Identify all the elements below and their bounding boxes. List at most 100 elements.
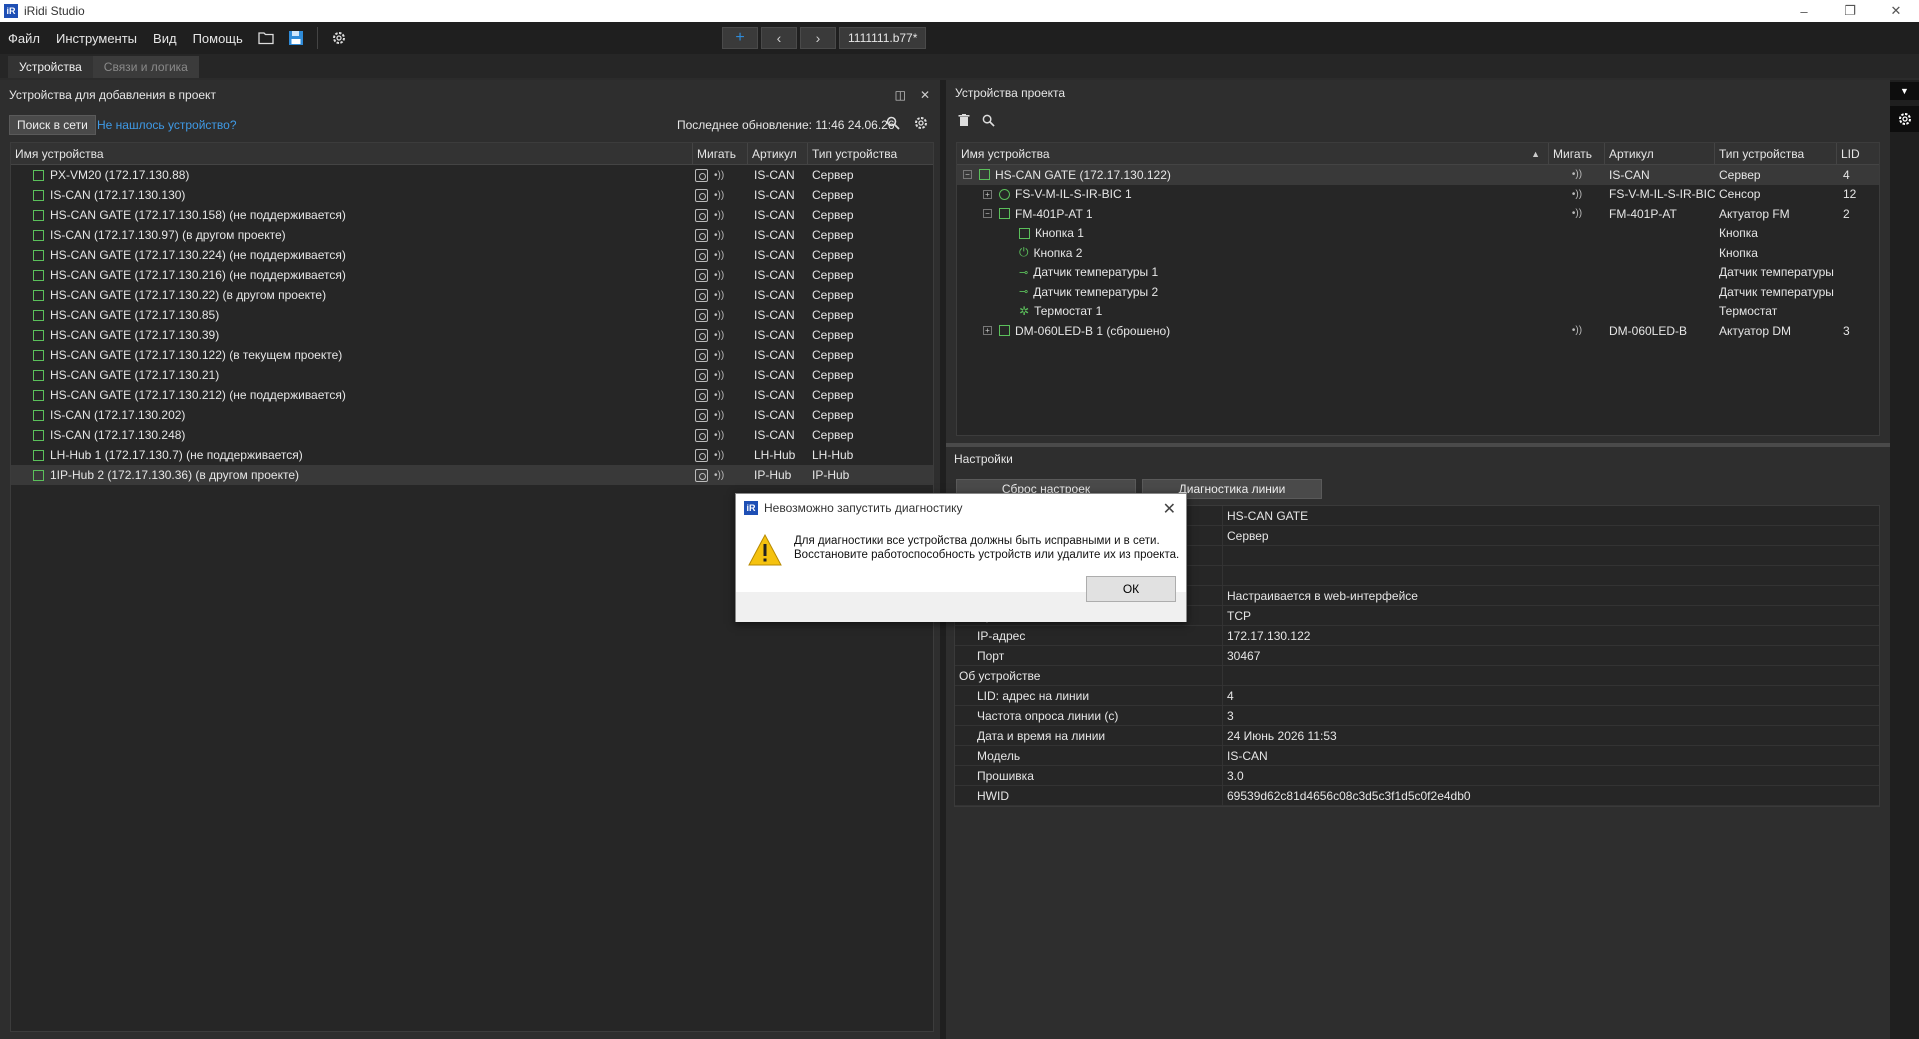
tab-links-logic[interactable]: Связи и логика [92,56,199,78]
device-not-found-link[interactable]: Не нашлось устройство? [97,118,237,132]
table-row[interactable]: HS-CAN GATE (172.17.130.22) (в другом пр… [11,285,933,305]
tree-row[interactable]: − FM-401P-AT 1 •)) FM-401P-AT Актуатор FM 2 [957,204,1879,224]
property-row[interactable]: HWID 69539d62c81d4656c08c3d5c3f1d5c0f2e4d… [955,786,1879,806]
locate-icon[interactable] [695,228,708,242]
property-group-row[interactable]: Об устройстве [955,666,1879,686]
table-row[interactable]: HS-CAN GATE (172.17.130.122) (в текущем … [11,345,933,365]
project-file-tab[interactable]: 1111111.b77* [839,27,927,49]
blink-icon[interactable]: •)) [714,350,724,361]
property-row[interactable]: Частота опроса линии (с) 3 [955,706,1879,726]
forward-button[interactable]: › [800,27,836,49]
tab-devices[interactable]: Устройства [8,56,93,78]
table-row[interactable]: HS-CAN GATE (172.17.130.224) (не поддерж… [11,245,933,265]
table-row[interactable]: HS-CAN GATE (172.17.130.39) •)) IS-CAN Серв… [11,325,933,345]
col-blink[interactable]: Мигать [1549,143,1605,164]
blink-icon[interactable]: •)) [714,430,724,441]
tree-row[interactable]: ⏻ Кнопка 2 Кнопка [957,243,1879,263]
table-row[interactable]: IS-CAN (172.17.130.130) •)) IS-CAN Сервер [11,185,933,205]
blink-icon[interactable]: •)) [714,190,724,201]
save-icon[interactable] [281,25,311,51]
blink-icon[interactable]: •)) [1572,325,1582,336]
expand-toggle-icon[interactable]: − [983,209,992,219]
gear-icon[interactable] [913,115,929,134]
table-row[interactable]: 1IP-Hub 2 (172.17.130.36) (в другом прое… [11,465,933,485]
locate-icon[interactable] [695,388,708,402]
property-row[interactable]: Модель IS-CAN [955,746,1879,766]
table-row[interactable]: HS-CAN GATE (172.17.130.216) (не поддерж… [11,265,933,285]
locate-icon[interactable] [695,308,708,322]
table-row[interactable]: IS-CAN (172.17.130.248) •)) IS-CAN Сервер [11,425,933,445]
maximize-button[interactable]: ❐ [1827,0,1873,22]
locate-icon[interactable] [695,168,708,182]
blink-icon[interactable]: •)) [714,290,724,301]
locate-icon[interactable] [695,368,708,382]
undock-icon[interactable]: ◫ [895,88,906,102]
table-row[interactable]: HS-CAN GATE (172.17.130.85) •)) IS-CAN Серв… [11,305,933,325]
col-device-type[interactable]: Тип устройства [1715,143,1837,164]
locate-icon[interactable] [695,428,708,442]
blink-icon[interactable]: •)) [714,370,724,381]
table-row[interactable]: HS-CAN GATE (172.17.130.158) (не поддерж… [11,205,933,225]
property-row[interactable]: Дата и время на линии 24 Июнь 2026 11:53 [955,726,1879,746]
blink-icon[interactable]: •)) [714,470,724,481]
search-icon[interactable] [982,114,995,130]
table-row[interactable]: HS-CAN GATE (172.17.130.212) (не поддерж… [11,385,933,405]
settings-gear-icon[interactable] [324,25,354,51]
menu-help[interactable]: Помощь [185,31,251,46]
property-row[interactable]: IP-адрес 172.17.130.122 [955,626,1879,646]
blink-icon[interactable]: •)) [714,210,724,221]
col-lid[interactable]: LID [1837,143,1879,164]
tree-row[interactable]: ✲ Термостат 1 Термостат [957,302,1879,322]
col-device-name[interactable]: Имя устройства ▲ [957,143,1549,164]
locate-icon[interactable] [695,328,708,342]
blink-icon[interactable]: •)) [714,230,724,241]
menu-view[interactable]: Вид [145,31,185,46]
blink-icon[interactable]: •)) [714,270,724,281]
search-icon[interactable] [886,116,900,133]
table-row[interactable]: LH-Hub 1 (172.17.130.7) (не поддерживает… [11,445,933,465]
expand-toggle-icon[interactable]: + [983,326,992,336]
tree-row[interactable]: + FS-V-M-IL-S-IR-BIC 1 •)) FS-V-M-IL-S-IR-B… [957,185,1879,205]
property-row[interactable]: Прошивка 3.0 [955,766,1879,786]
blink-icon[interactable]: •)) [714,390,724,401]
search-network-button[interactable]: Поиск в сети [9,115,96,135]
col-article[interactable]: Артикул [748,143,808,164]
property-row[interactable]: Порт 30467 [955,646,1879,666]
close-window-button[interactable]: ✕ [1873,0,1919,22]
ok-button[interactable]: ОК [1086,576,1176,602]
tree-row[interactable]: Кнопка 1 Кнопка [957,224,1879,244]
table-row[interactable]: PX-VM20 (172.17.130.88) •)) IS-CAN Сервер [11,165,933,185]
blink-icon[interactable]: •)) [1572,208,1582,219]
col-blink[interactable]: Мигать [693,143,748,164]
blink-icon[interactable]: •)) [714,250,724,261]
blink-icon[interactable]: •)) [714,410,724,421]
dropdown-arrow-icon[interactable]: ▼ [1890,82,1919,100]
col-device-name[interactable]: Имя устройства [11,143,693,164]
property-row[interactable]: LID: адрес на линии 4 [955,686,1879,706]
blink-icon[interactable]: •)) [1572,169,1582,180]
expand-toggle-icon[interactable]: + [983,189,992,199]
minimize-button[interactable]: – [1781,0,1827,22]
tree-row[interactable]: + DM-060LED-B 1 (сброшено) •)) DM-060LED-B А… [957,321,1879,341]
close-panel-icon[interactable]: ✕ [920,88,930,102]
locate-icon[interactable] [695,288,708,302]
blink-icon[interactable]: •)) [714,330,724,341]
add-project-button[interactable]: + [722,27,758,49]
menu-tools[interactable]: Инструменты [48,31,145,46]
tree-row[interactable]: ⊸ Датчик температуры 2 Датчик температуры [957,282,1879,302]
blink-icon[interactable]: •)) [714,450,724,461]
table-row[interactable]: HS-CAN GATE (172.17.130.21) •)) IS-CAN Серв… [11,365,933,385]
table-row[interactable]: IS-CAN (172.17.130.97) (в другом проекте… [11,225,933,245]
locate-icon[interactable] [695,448,708,462]
blink-icon[interactable]: •)) [714,310,724,321]
blink-icon[interactable]: •)) [714,170,724,181]
trash-icon[interactable] [958,114,970,130]
locate-icon[interactable] [695,408,708,422]
locate-icon[interactable] [695,188,708,202]
col-device-type[interactable]: Тип устройства [808,143,918,164]
col-article[interactable]: Артикул [1605,143,1715,164]
table-row[interactable]: IS-CAN (172.17.130.202) •)) IS-CAN Сервер [11,405,933,425]
horizontal-splitter[interactable] [946,443,1890,447]
tree-row[interactable]: − HS-CAN GATE (172.17.130.122) •)) IS-CAN Се… [957,165,1879,185]
gear-icon[interactable] [1890,106,1919,132]
